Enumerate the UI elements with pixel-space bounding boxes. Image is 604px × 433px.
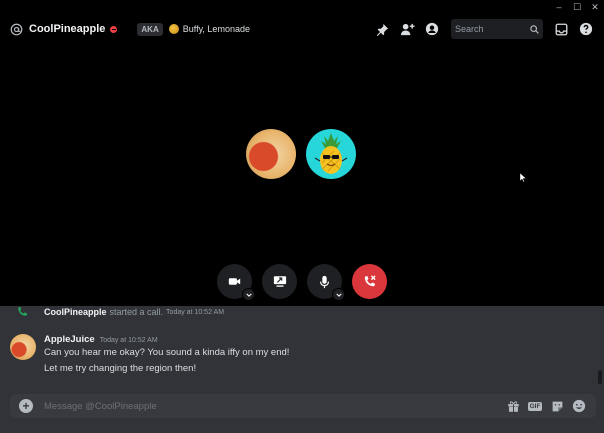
call-controls [217, 264, 397, 301]
phone-icon [18, 306, 28, 316]
aka-badge: AKA [137, 22, 163, 36]
inbox-icon[interactable] [549, 17, 573, 41]
add-attachment-button[interactable]: + [19, 399, 33, 413]
message-author[interactable]: AppleJuice [44, 334, 95, 345]
header-toolbar: Search [370, 14, 604, 44]
chat-scrollbar[interactable] [598, 370, 602, 384]
call-started-system-message: CoolPineapple started a call. Today at 1… [16, 306, 224, 318]
participant-avatar-applejuice[interactable] [246, 129, 296, 179]
microphone-icon [319, 275, 330, 288]
system-timestamp: Today at 10:52 AM [166, 308, 225, 316]
composer-area: + Message @CoolPineapple GIF [0, 392, 604, 433]
share-screen-button[interactable] [262, 264, 297, 299]
aka-avatar [168, 24, 179, 34]
camera-button[interactable] [217, 264, 255, 301]
message-composer: + Message @CoolPineapple GIF [10, 394, 596, 418]
hangup-phone-icon [364, 275, 376, 287]
mic-button[interactable] [307, 264, 345, 301]
system-author[interactable]: CoolPineapple [44, 307, 107, 317]
voice-call-area [0, 44, 604, 306]
minimize-button[interactable]: – [550, 0, 568, 14]
aka-names[interactable]: Buffy, Lemonade [183, 24, 250, 34]
avatar[interactable] [10, 334, 36, 360]
system-text: started a call. [109, 307, 164, 317]
search-input[interactable]: Search [455, 24, 530, 34]
close-button[interactable]: ✕ [586, 0, 604, 14]
participant-avatar-coolpineapple[interactable] [306, 129, 356, 179]
message-timestamp: Today at 10:52 AM [99, 337, 158, 344]
camera-options-chevron-icon[interactable] [242, 288, 255, 301]
help-icon[interactable] [574, 17, 598, 41]
chat-messages: CoolPineapple started a call. Today at 1… [0, 306, 604, 392]
emoji-icon[interactable] [568, 395, 590, 417]
gif-button[interactable]: GIF [524, 395, 546, 417]
message-input[interactable]: Message @CoolPineapple [44, 401, 502, 412]
profile-icon[interactable] [420, 17, 444, 41]
maximize-button[interactable]: ☐ [568, 0, 586, 14]
call-participants [246, 129, 356, 179]
at-icon [8, 21, 24, 37]
dm-username[interactable]: CoolPineapple [29, 23, 105, 35]
search-box[interactable]: Search [451, 19, 543, 39]
message-header: AppleJuice Today at 10:52 AM [44, 334, 158, 345]
sticker-icon[interactable] [546, 395, 568, 417]
pin-icon[interactable] [370, 17, 394, 41]
hangup-button[interactable] [352, 264, 387, 299]
gif-label: GIF [527, 401, 543, 411]
mic-options-chevron-icon[interactable] [332, 288, 345, 301]
camera-icon [228, 278, 241, 285]
dnd-status-icon [110, 25, 118, 33]
mouse-cursor-icon [520, 173, 526, 182]
screen-share-icon [273, 276, 286, 287]
gift-icon[interactable] [502, 395, 524, 417]
message-line: Let me try changing the region then! [44, 363, 197, 374]
window-controls: – ☐ ✕ [550, 0, 604, 14]
message-line: Can you hear me okay? You sound a kinda … [44, 347, 290, 358]
add-friend-icon[interactable] [395, 17, 419, 41]
channel-header: CoolPineapple AKA Buffy, Lemonade Search [0, 14, 604, 44]
search-icon [530, 24, 539, 34]
